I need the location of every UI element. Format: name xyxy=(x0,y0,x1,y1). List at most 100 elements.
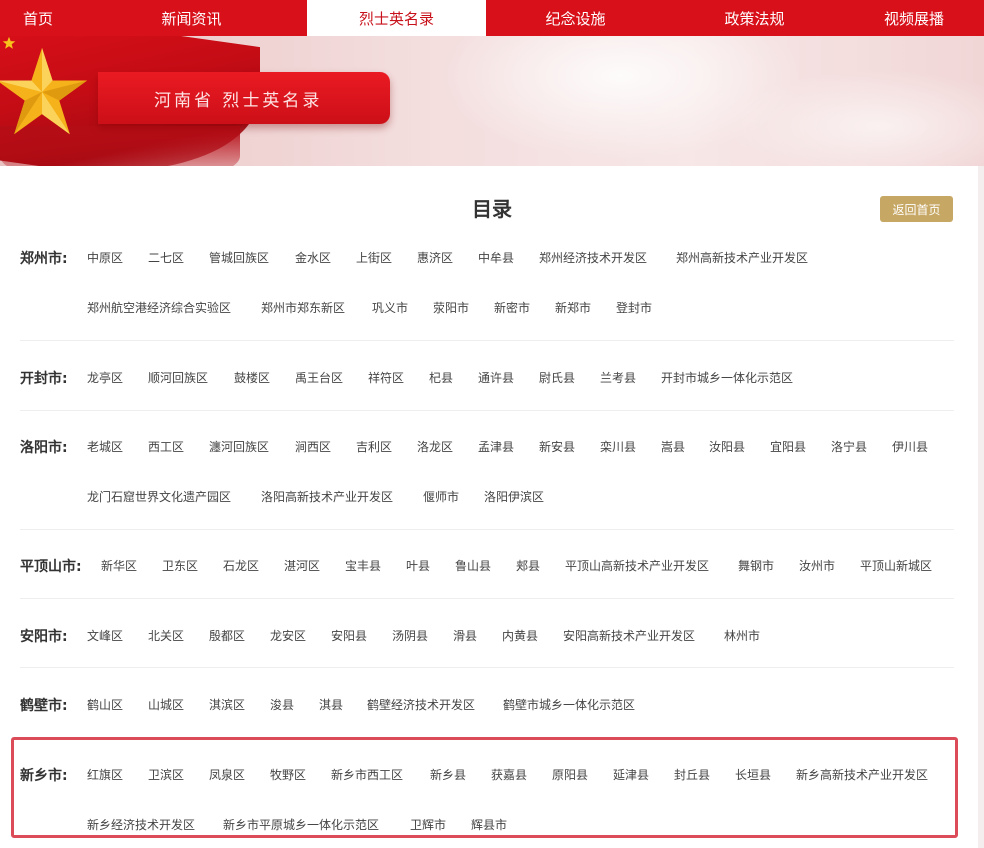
district-link[interactable]: 惠济区 xyxy=(417,249,453,266)
district-link[interactable]: 中原区 xyxy=(87,249,123,266)
district-link[interactable]: 汤阴县 xyxy=(392,627,428,644)
district-link[interactable]: 新乡高新技术产业开发区 xyxy=(796,766,928,783)
district-link[interactable]: 禹王台区 xyxy=(295,369,343,386)
district-link[interactable]: 卫辉市 xyxy=(410,816,446,833)
section-divider xyxy=(20,340,954,341)
district-link[interactable]: 杞县 xyxy=(429,369,453,386)
district-link[interactable]: 鹤山区 xyxy=(87,696,123,713)
district-link[interactable]: 宝丰县 xyxy=(345,557,381,574)
district-link[interactable]: 安阳县 xyxy=(331,627,367,644)
district-link[interactable]: 荥阳市 xyxy=(433,299,469,316)
back-home-button[interactable]: 返回首页 xyxy=(880,196,953,222)
district-link[interactable]: 延津县 xyxy=(613,766,649,783)
district-link[interactable]: 湛河区 xyxy=(284,557,320,574)
district-link[interactable]: 鹤壁市城乡一体化示范区 xyxy=(503,696,635,713)
district-link[interactable]: 北关区 xyxy=(148,627,184,644)
district-link[interactable]: 吉利区 xyxy=(356,438,392,455)
district-link[interactable]: 获嘉县 xyxy=(491,766,527,783)
district-link[interactable]: 淇滨区 xyxy=(209,696,245,713)
district-link[interactable]: 涧西区 xyxy=(295,438,331,455)
district-link[interactable]: 龙门石窟世界文化遗产园区 xyxy=(87,488,231,505)
district-link[interactable]: 郏县 xyxy=(516,557,540,574)
district-link[interactable]: 宜阳县 xyxy=(770,438,806,455)
district-link[interactable]: 原阳县 xyxy=(552,766,588,783)
district-link[interactable]: 郑州市郑东新区 xyxy=(261,299,345,316)
district-link[interactable]: 浚县 xyxy=(270,696,294,713)
district-link[interactable]: 山城区 xyxy=(148,696,184,713)
district-link[interactable]: 殷都区 xyxy=(209,627,245,644)
district-link[interactable]: 文峰区 xyxy=(87,627,123,644)
district-link[interactable]: 西工区 xyxy=(148,438,184,455)
district-link[interactable]: 鹤壁经济技术开发区 xyxy=(367,696,475,713)
district-link[interactable]: 卫东区 xyxy=(162,557,198,574)
district-link[interactable]: 林州市 xyxy=(724,627,760,644)
district-link[interactable]: 金水区 xyxy=(295,249,331,266)
district-link[interactable]: 牧野区 xyxy=(270,766,306,783)
district-link[interactable]: 洛龙区 xyxy=(417,438,453,455)
district-link[interactable]: 安阳高新技术产业开发区 xyxy=(563,627,695,644)
district-link[interactable]: 老城区 xyxy=(87,438,123,455)
district-link[interactable]: 伊川县 xyxy=(892,438,928,455)
district-link[interactable]: 红旗区 xyxy=(87,766,123,783)
panel-edge xyxy=(978,166,984,848)
nav-item-martyrs[interactable]: 烈士英名录 xyxy=(307,0,486,36)
district-link[interactable]: 顺河回族区 xyxy=(148,369,208,386)
district-link[interactable]: 祥符区 xyxy=(368,369,404,386)
district-link[interactable]: 尉氏县 xyxy=(539,369,575,386)
district-link[interactable]: 龙安区 xyxy=(270,627,306,644)
district-link[interactable]: 偃师市 xyxy=(423,488,459,505)
nav-item-memorials[interactable]: 纪念设施 xyxy=(486,0,665,36)
district-link[interactable]: 平顶山新城区 xyxy=(860,557,932,574)
district-link[interactable]: 封丘县 xyxy=(674,766,710,783)
district-link[interactable]: 兰考县 xyxy=(600,369,636,386)
district-link[interactable]: 新安县 xyxy=(539,438,575,455)
district-link[interactable]: 新华区 xyxy=(101,557,137,574)
district-link[interactable]: 新郑市 xyxy=(555,299,591,316)
district-link[interactable]: 舞钢市 xyxy=(738,557,774,574)
district-link[interactable]: 汝州市 xyxy=(799,557,835,574)
banner: 河南省 烈士英名录 xyxy=(0,36,984,166)
district-link[interactable]: 孟津县 xyxy=(478,438,514,455)
district-link[interactable]: 鲁山县 xyxy=(455,557,491,574)
district-link[interactable]: 新乡市西工区 xyxy=(331,766,403,783)
district-link[interactable]: 新乡经济技术开发区 xyxy=(87,816,195,833)
district-link[interactable]: 新乡县 xyxy=(430,766,466,783)
district-link[interactable]: 通许县 xyxy=(478,369,514,386)
district-link[interactable]: 叶县 xyxy=(406,557,430,574)
district-link[interactable]: 栾川县 xyxy=(600,438,636,455)
district-link[interactable]: 管城回族区 xyxy=(209,249,269,266)
district-link[interactable]: 淇县 xyxy=(319,696,343,713)
district-link[interactable]: 新密市 xyxy=(494,299,530,316)
district-link[interactable]: 洛宁县 xyxy=(831,438,867,455)
district-link[interactable]: 新乡市平原城乡一体化示范区 xyxy=(223,816,379,833)
nav-item-home[interactable]: 首页 xyxy=(0,0,76,36)
district-link[interactable]: 辉县市 xyxy=(471,816,507,833)
district-link[interactable]: 郑州航空港经济综合实验区 xyxy=(87,299,231,316)
district-link[interactable]: 洛阳高新技术产业开发区 xyxy=(261,488,393,505)
district-link[interactable]: 鼓楼区 xyxy=(234,369,270,386)
district-link[interactable]: 嵩县 xyxy=(661,438,685,455)
district-link[interactable]: 郑州高新技术产业开发区 xyxy=(676,249,808,266)
nav-item-news[interactable]: 新闻资讯 xyxy=(76,0,307,36)
district-link[interactable]: 卫滨区 xyxy=(148,766,184,783)
district-link[interactable]: 滑县 xyxy=(453,627,477,644)
district-link[interactable]: 石龙区 xyxy=(223,557,259,574)
section-divider xyxy=(20,598,954,599)
district-link[interactable]: 开封市城乡一体化示范区 xyxy=(661,369,793,386)
district-link[interactable]: 二七区 xyxy=(148,249,184,266)
nav-item-videos[interactable]: 视频展播 xyxy=(844,0,984,36)
district-link[interactable]: 洛阳伊滨区 xyxy=(484,488,544,505)
district-link[interactable]: 瀍河回族区 xyxy=(209,438,269,455)
district-link[interactable]: 郑州经济技术开发区 xyxy=(539,249,647,266)
district-link[interactable]: 内黄县 xyxy=(502,627,538,644)
district-link[interactable]: 汝阳县 xyxy=(709,438,745,455)
district-link[interactable]: 中牟县 xyxy=(478,249,514,266)
district-link[interactable]: 登封市 xyxy=(616,299,652,316)
district-link[interactable]: 巩义市 xyxy=(372,299,408,316)
district-link[interactable]: 凤泉区 xyxy=(209,766,245,783)
district-link[interactable]: 长垣县 xyxy=(735,766,771,783)
district-link[interactable]: 平顶山高新技术产业开发区 xyxy=(565,557,709,574)
district-link[interactable]: 上街区 xyxy=(356,249,392,266)
district-link[interactable]: 龙亭区 xyxy=(87,369,123,386)
nav-item-policies[interactable]: 政策法规 xyxy=(665,0,844,36)
